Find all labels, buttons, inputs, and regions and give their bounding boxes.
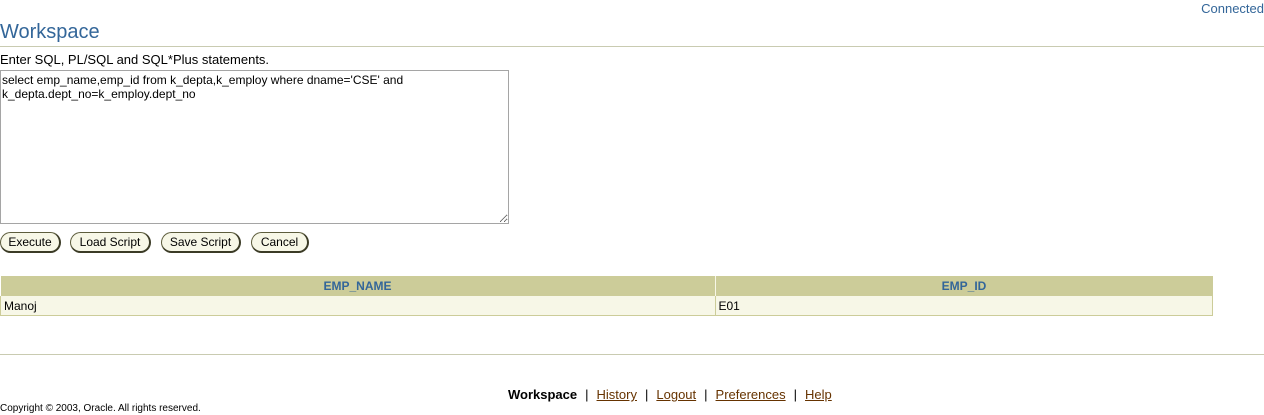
cell-emp-name: Manoj <box>0 296 716 316</box>
cancel-button[interactable]: Cancel <box>251 232 309 253</box>
footer-nav-workspace: Workspace <box>508 387 578 402</box>
execute-button[interactable]: Execute <box>0 232 61 253</box>
editor-instructions: Enter SQL, PL/SQL and SQL*Plus statement… <box>0 52 270 67</box>
column-header-emp-name: EMP_NAME <box>0 276 716 296</box>
footer-nav: Workspace | History | Logout | Preferences | Hel… <box>508 387 832 402</box>
connection-status: Connected <box>1201 1 1264 16</box>
footer-nav-preferences[interactable]: Preferences <box>716 387 786 402</box>
results-table: EMP_NAME EMP_ID Manoj E01 <box>0 276 1213 316</box>
nav-separator: | <box>704 387 708 402</box>
footer-nav-history[interactable]: History <box>597 387 637 402</box>
load-script-button[interactable]: Load Script <box>70 232 151 253</box>
footer-nav-help[interactable]: Help <box>805 387 832 402</box>
footer-divider <box>0 354 1264 355</box>
page-title: Workspace <box>0 21 100 43</box>
cell-emp-id: E01 <box>714 296 1213 316</box>
footer-nav-logout[interactable]: Logout <box>656 387 696 402</box>
save-script-button[interactable]: Save Script <box>161 232 241 253</box>
nav-separator: | <box>585 387 589 402</box>
sql-editor[interactable]: select emp_name,emp_id from k_depta,k_em… <box>0 70 509 224</box>
nav-separator: | <box>644 387 649 402</box>
table-row: Manoj E01 <box>0 296 1213 316</box>
results-header-row: EMP_NAME EMP_ID <box>0 276 1213 296</box>
nav-separator: | <box>793 387 798 402</box>
column-header-emp-id: EMP_ID <box>715 276 1213 296</box>
copyright: Copyright © 2003, Oracle. All rights res… <box>0 403 201 414</box>
title-divider <box>0 46 1264 47</box>
